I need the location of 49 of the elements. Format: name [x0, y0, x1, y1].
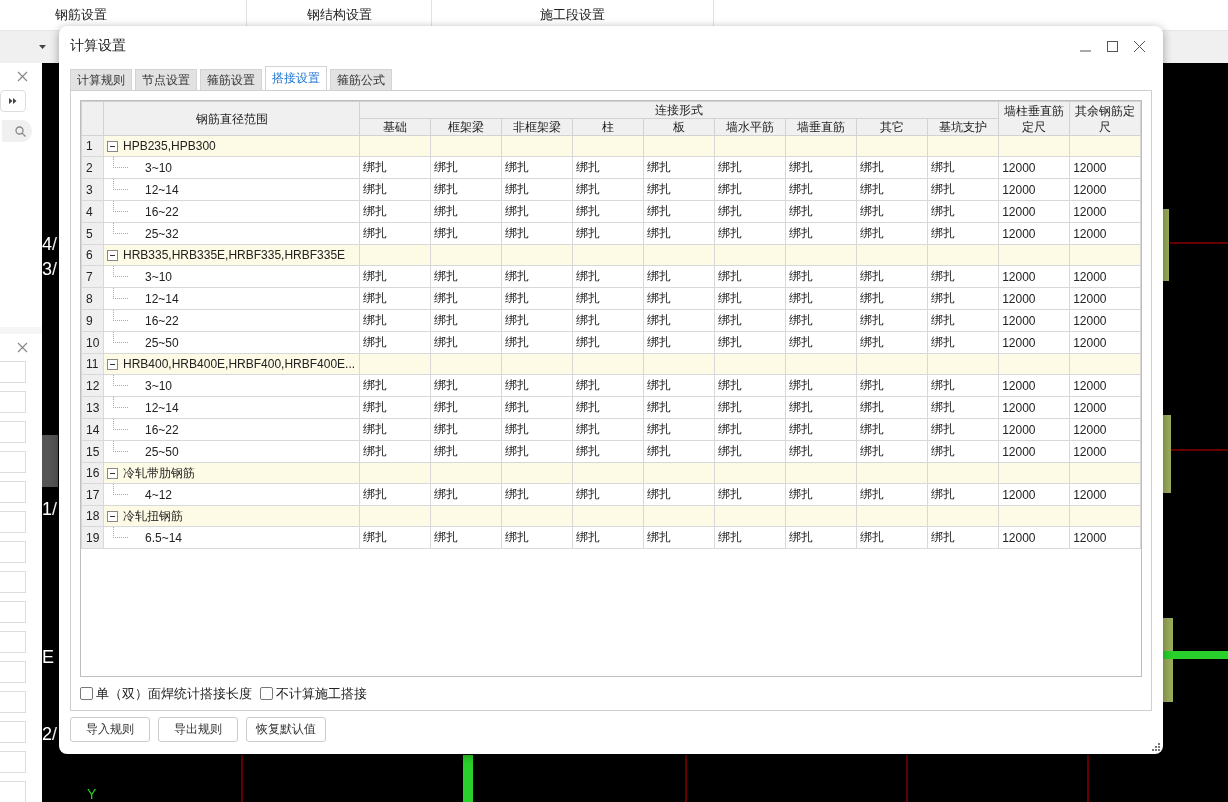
diameter-range: 12~14	[145, 400, 179, 415]
axis-label: 4/	[42, 234, 57, 254]
column-header: 墙柱垂直筋定尺	[998, 101, 1070, 136]
diameter-range: 3~10	[145, 269, 173, 284]
diameter-range: 12~14	[145, 182, 179, 197]
y-axis-label: Y	[87, 786, 97, 802]
group-label: HPB235,HPB300	[123, 139, 216, 153]
dialog-title: 计算设置	[70, 37, 127, 55]
row-number: 6	[81, 244, 104, 266]
row-number: 14	[81, 418, 104, 441]
diameter-range: 25~50	[145, 335, 179, 350]
row-number: 1	[81, 135, 104, 157]
row-number: 5	[81, 222, 104, 245]
group-label: 冷轧扭钢筋	[123, 507, 183, 525]
diameter-range: 16~22	[145, 422, 179, 437]
row-number: 3	[81, 178, 104, 201]
diameter-range: 16~22	[145, 204, 179, 219]
group-label: HRB400,HRB400E,HRBF400,HRBF400E...	[123, 357, 356, 371]
diameter-range: 4~12	[145, 487, 173, 502]
diameter-range: 6.5~14	[145, 530, 183, 545]
diameter-range: 12~14	[145, 291, 179, 306]
group-label: 冷轧带肋钢筋	[123, 464, 195, 482]
row-number: 18	[81, 505, 104, 527]
row-number: 9	[81, 309, 104, 332]
row-number: 8	[81, 287, 104, 310]
diameter-range: 3~10	[145, 378, 173, 393]
axis-label: E	[42, 647, 54, 667]
row-number: 4	[81, 200, 104, 223]
diameter-range: 25~32	[145, 226, 179, 241]
axis-label: 3/	[42, 259, 57, 279]
column-header: 钢筋直径范围	[103, 101, 360, 136]
group-label: HRB335,HRB335E,HRBF335,HRBF335E	[123, 248, 346, 262]
axis-label: 1/	[42, 499, 57, 519]
row-number: 16	[81, 462, 104, 484]
row-number: 13	[81, 396, 104, 419]
diameter-range: 25~50	[145, 444, 179, 459]
row-number: 12	[81, 374, 104, 397]
diameter-range: 3~10	[145, 160, 173, 175]
axis-label: 2/	[42, 724, 57, 744]
diameter-range: 16~22	[145, 313, 179, 328]
row-number: 10	[81, 331, 104, 354]
row-number: 19	[81, 526, 104, 549]
row-number: 15	[81, 440, 104, 463]
row-number: 17	[81, 483, 104, 506]
row-number: 7	[81, 265, 104, 288]
row-number: 2	[81, 156, 104, 179]
row-number: 11	[81, 353, 104, 375]
column-group-header: 连接形式	[359, 101, 999, 119]
column-header: 其余钢筋定尺	[1069, 101, 1141, 136]
